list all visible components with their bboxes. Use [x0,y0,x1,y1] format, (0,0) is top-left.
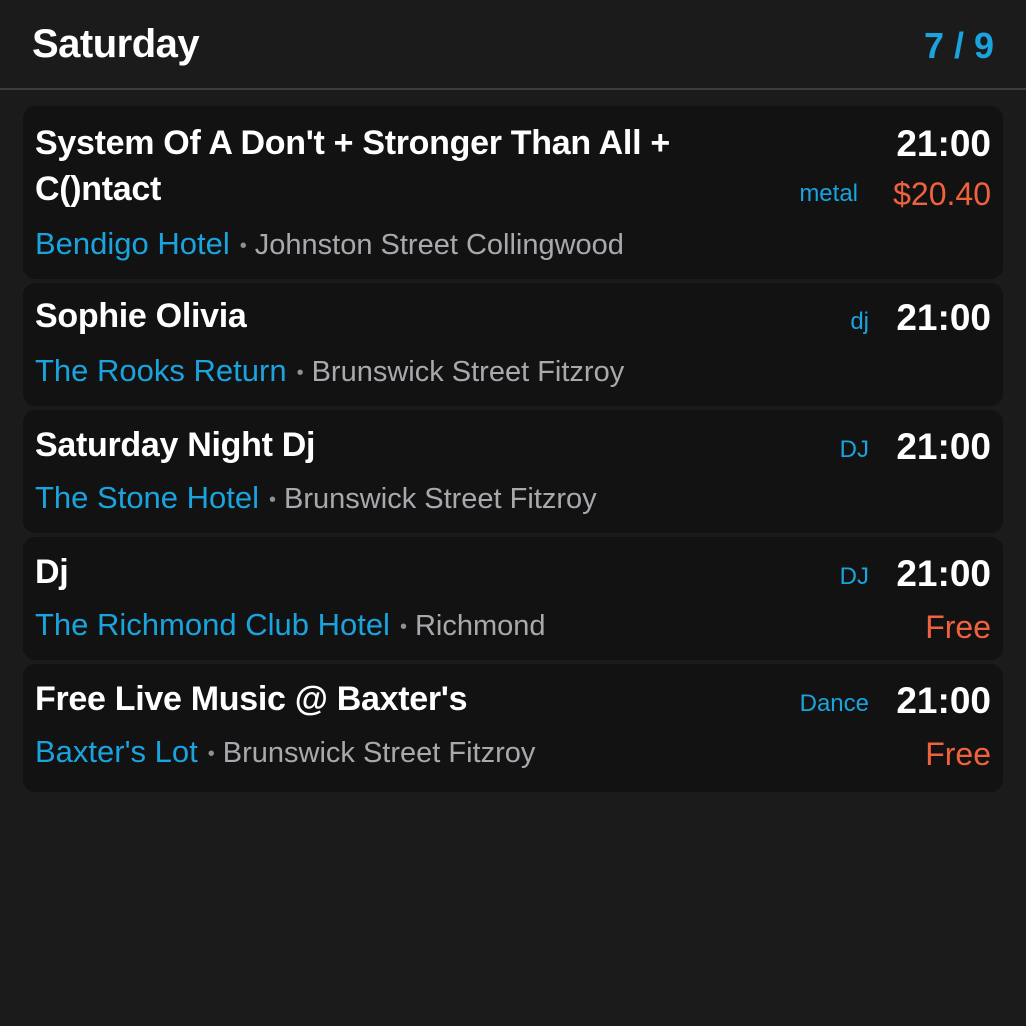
event-genre-tag[interactable]: DJ [840,436,869,464]
venue-area: Brunswick Street Fitzroy [284,483,597,515]
venue-area: Richmond [414,610,546,642]
event-genre-tag[interactable]: dj [850,308,869,336]
venue-link[interactable]: The Richmond Club Hotel [35,607,390,642]
event-title: System Of A Don't + Stronger Than All + … [35,124,670,208]
day-title: Saturday [32,22,200,66]
event-title: Dj [35,553,69,591]
venue-link[interactable]: The Rooks Return [35,353,287,388]
event-time: 21:00 [896,297,991,338]
event-genre-tag[interactable]: DJ [840,563,869,591]
event-time: 21:00 [896,553,991,594]
day-header: Saturday 7 / 9 [0,0,1026,90]
event-price: Free [925,736,991,772]
venue-link[interactable]: The Stone Hotel [35,480,259,515]
event-title: Free Live Music @ Baxter's [35,680,468,718]
event-card[interactable]: System Of A Don't + Stronger Than All + … [23,106,1003,279]
venue-line: The Richmond Club Hotel • Richmond [35,605,546,647]
venue-link[interactable]: Bendigo Hotel [35,226,230,261]
separator-dot: • [207,742,215,765]
event-card[interactable]: Free Live Music @ Baxter's Dance 21:00 F… [23,664,1003,792]
event-time: 21:00 [896,426,991,467]
separator-dot: • [296,361,304,384]
venue-line: The Rooks Return • Brunswick Street Fitzro… [35,351,624,393]
separator-dot: • [399,615,407,638]
event-list: System Of A Don't + Stronger Than All + … [23,106,1003,796]
event-genre-tag[interactable]: metal [799,180,858,208]
event-price: $20.40 [893,176,991,212]
venue-area: Johnston Street Collingwood [254,229,624,261]
venue-link[interactable]: Baxter's Lot [35,734,198,769]
venue-line: The Stone Hotel • Brunswick Street Fitzroy [35,478,597,520]
event-card[interactable]: Saturday Night Dj DJ 21:00 The Stone Hot… [23,410,1003,533]
venue-line: Baxter's Lot • Brunswick Street Fitzroy [35,732,535,774]
venue-area: Brunswick Street Fitzroy [222,737,536,769]
separator-dot: • [239,234,247,257]
venue-area: Brunswick Street Fitzroy [311,356,625,388]
date-label: 7 / 9 [923,25,994,66]
separator-dot: • [269,488,277,511]
event-title: Saturday Night Dj [35,426,316,464]
venue-line: Bendigo Hotel • Johnston Street Collingwoo… [35,224,624,266]
event-time: 21:00 [896,680,991,721]
event-time: 21:00 [896,123,991,164]
event-title: Sophie Olivia [35,297,247,335]
event-genre-tag[interactable]: Dance [800,690,869,718]
event-price: Free [925,609,991,645]
event-card[interactable]: Sophie Olivia dj 21:00 The Rooks Return •… [23,283,1003,406]
event-card[interactable]: Dj DJ 21:00 Free The Richmond Club Hotel… [23,537,1003,660]
